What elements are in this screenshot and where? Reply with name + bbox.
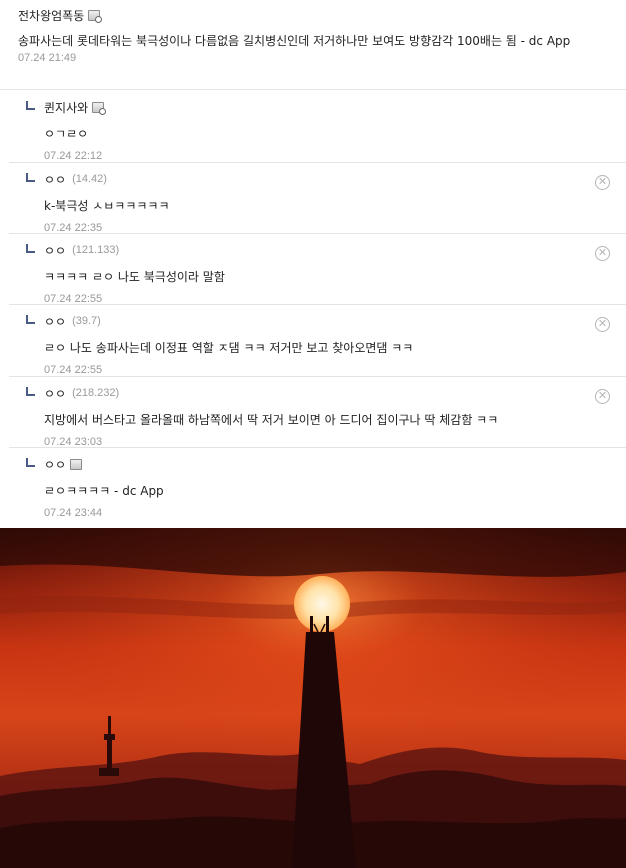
delete-icon[interactable]: ✕ bbox=[595, 175, 610, 190]
reply-arrow-icon bbox=[26, 387, 35, 396]
reply-author-ip: (39.7) bbox=[72, 315, 101, 327]
reply-text: 지방에서 버스타고 올라올때 하남쪽에서 딱 저거 보이면 아 드디어 집이구나… bbox=[44, 413, 499, 427]
reply-text: ㄹㅇㅋㅋㅋㅋ - dc App bbox=[44, 484, 164, 498]
reply-comment: ㅇㅇ ㄹㅇㅋㅋㅋㅋ - dc App 07.24 23:44 bbox=[9, 448, 626, 520]
reply-date: 07.24 22:35 bbox=[44, 222, 103, 234]
reply-date: 07.24 23:03 bbox=[44, 436, 103, 448]
reply-comment: ㅇㅇ (121.133) ㅋㅋㅋㅋ ㄹㅇ 나도 북극성이라 말함 07.24 2… bbox=[9, 234, 626, 305]
reply-author-nickname[interactable]: ㅇㅇ bbox=[44, 171, 66, 188]
reply-arrow-icon bbox=[26, 173, 35, 182]
reply-date: 07.24 23:44 bbox=[44, 507, 103, 519]
sun bbox=[294, 576, 350, 632]
reply-author-nickname[interactable]: ㅇㅇ bbox=[44, 313, 66, 330]
reply-date: 07.24 22:55 bbox=[44, 293, 103, 305]
reply-comment: ㅇㅇ (14.42) k-북극성 ㅅㅂㅋㅋㅋㅋㅋ 07.24 22:35 ✕ bbox=[9, 163, 626, 234]
reply-date: 07.24 22:55 bbox=[44, 364, 103, 376]
sunset-tower-photo bbox=[0, 528, 626, 868]
top-comment: 전차왕엄폭동 송파사는데 롯데타워는 북극성이나 다름없음 길치병신인데 저거하… bbox=[0, 0, 626, 90]
reply-text: ㅇㄱㄹㅇ bbox=[44, 127, 89, 141]
delete-icon[interactable]: ✕ bbox=[595, 317, 610, 332]
delete-icon[interactable]: ✕ bbox=[595, 389, 610, 404]
reply-comment: ㅇㅇ (39.7) ㄹㅇ 나도 송파사는데 이정표 역할 ㅈ댐 ㅋㅋ 저거만 보… bbox=[9, 305, 626, 377]
reply-author-nickname[interactable]: ㅇㅇ bbox=[44, 385, 66, 402]
reply-arrow-icon bbox=[26, 458, 35, 467]
reply-arrow-icon bbox=[26, 315, 35, 324]
reply-text: ㄹㅇ 나도 송파사는데 이정표 역할 ㅈ댐 ㅋㅋ 저거만 보고 찾아오면댐 ㅋㅋ bbox=[44, 341, 414, 355]
comment-text: 송파사는데 롯데타워는 북극성이나 다름없음 길치병신인데 저거하나만 보여도 … bbox=[18, 34, 571, 48]
comment-author-line: 전차왕엄폭동 bbox=[18, 6, 608, 24]
gallery-user-icon bbox=[88, 9, 103, 23]
comment-author-nickname[interactable]: 전차왕엄폭동 bbox=[18, 7, 84, 24]
reply-text: ㅋㅋㅋㅋ ㄹㅇ 나도 북극성이라 말함 bbox=[44, 270, 225, 284]
reply-author-ip: (121.133) bbox=[72, 244, 120, 256]
reply-author-nickname[interactable]: ㅇㅇ bbox=[44, 456, 66, 473]
gallery-user-icon bbox=[92, 101, 107, 115]
half-fixed-user-icon bbox=[70, 458, 83, 470]
reply-arrow-icon bbox=[26, 244, 35, 253]
delete-icon[interactable]: ✕ bbox=[595, 246, 610, 261]
reply-date: 07.24 22:12 bbox=[44, 150, 103, 162]
reply-arrow-icon bbox=[26, 101, 35, 110]
reply-comment: 퀸지사와 ㅇㄱㄹㅇ 07.24 22:12 bbox=[9, 91, 626, 163]
reply-author-nickname[interactable]: ㅇㅇ bbox=[44, 242, 66, 259]
reply-author-ip: (218.232) bbox=[72, 387, 120, 399]
reply-comment: ㅇㅇ (218.232) 지방에서 버스타고 올라올때 하남쪽에서 딱 저거 보… bbox=[9, 377, 626, 448]
reply-text: k-북극성 ㅅㅂㅋㅋㅋㅋㅋ bbox=[44, 199, 170, 213]
reply-author-nickname[interactable]: 퀸지사와 bbox=[44, 99, 88, 116]
reply-author-ip: (14.42) bbox=[72, 173, 107, 185]
comment-date: 07.24 21:49 bbox=[18, 52, 77, 64]
